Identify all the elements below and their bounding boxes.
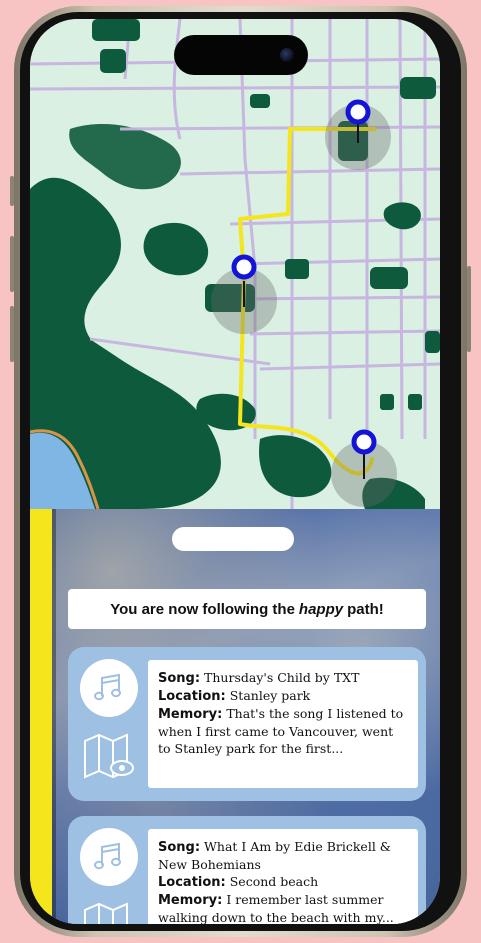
memory-card[interactable]: Song: What I Am by Edie Brickell & New B… xyxy=(68,816,426,924)
location-label: Location: xyxy=(158,689,226,704)
location-value: Second beach xyxy=(229,874,319,889)
drag-handle[interactable] xyxy=(172,527,294,551)
memory-card[interactable]: Song: Thursday's Child by TXT Location: … xyxy=(68,647,426,801)
phone-screen: You are now following the happy path! So… xyxy=(30,19,440,924)
map-view-icon[interactable] xyxy=(82,731,136,783)
route-map[interactable] xyxy=(30,19,440,509)
music-note-icon[interactable] xyxy=(80,828,138,886)
phone-frame: You are now following the happy path! So… xyxy=(10,6,471,937)
dynamic-island xyxy=(174,35,308,75)
card-icons xyxy=(78,647,142,801)
banner-suffix: path! xyxy=(347,600,384,618)
song-label: Song: xyxy=(158,840,201,855)
location-value: Stanley park xyxy=(229,688,311,703)
banner-prefix: You are now following the xyxy=(110,600,295,618)
memory-card-details: Song: Thursday's Child by TXT Location: … xyxy=(148,660,418,788)
memory-label: Memory: xyxy=(158,707,223,722)
map-view-icon[interactable] xyxy=(82,900,136,924)
power-button xyxy=(467,266,471,352)
card-icons xyxy=(78,816,142,924)
path-color-indicator xyxy=(30,509,52,924)
path-bar-edge xyxy=(52,509,56,924)
memories-panel[interactable]: You are now following the happy path! So… xyxy=(30,509,440,924)
path-status-banner: You are now following the happy path! xyxy=(68,589,426,629)
action-button xyxy=(10,176,14,206)
location-label: Location: xyxy=(158,875,226,890)
front-camera xyxy=(280,48,294,62)
song-value: Thursday's Child by TXT xyxy=(204,670,360,685)
music-note-icon[interactable] xyxy=(80,659,138,717)
song-label: Song: xyxy=(158,671,201,686)
banner-emphasis: happy xyxy=(298,600,344,618)
memory-card-details: Song: What I Am by Edie Brickell & New B… xyxy=(148,829,418,924)
volume-down-button xyxy=(10,306,14,362)
memory-label: Memory: xyxy=(158,893,223,908)
volume-up-button xyxy=(10,236,14,292)
